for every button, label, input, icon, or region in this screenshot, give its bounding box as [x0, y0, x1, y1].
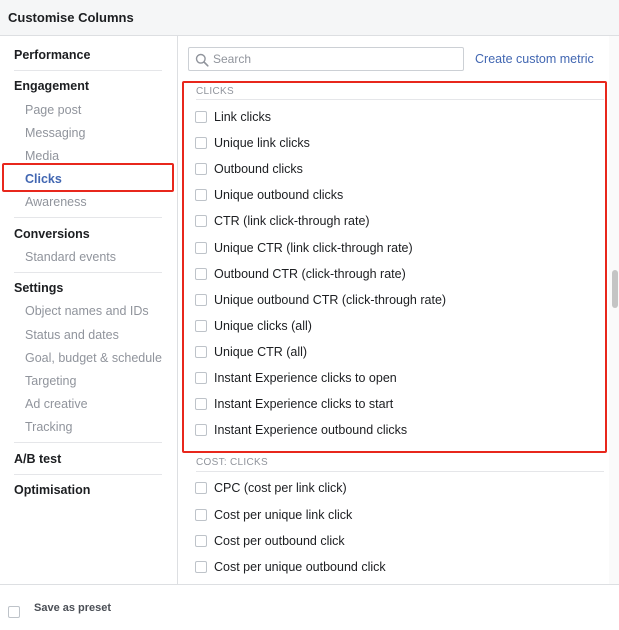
- sidebar-item-tracking[interactable]: Tracking: [25, 420, 72, 434]
- scrollbar-track[interactable]: [609, 36, 619, 584]
- metric-label: Cost per outbound click: [214, 534, 345, 548]
- sidebar-item-standard-events[interactable]: Standard events: [25, 250, 116, 264]
- dialog-header: Customise Columns: [0, 0, 619, 36]
- dialog-title: Customise Columns: [8, 10, 134, 25]
- sidebar-section-engagement[interactable]: Engagement: [14, 79, 89, 93]
- sidebar-section-conversions[interactable]: Conversions: [14, 227, 90, 241]
- sidebar-item-targeting[interactable]: Targeting: [25, 374, 76, 388]
- sidebar-item-goal-budget[interactable]: Goal, budget & schedule: [25, 351, 162, 365]
- sidebar-item-awareness[interactable]: Awareness: [25, 195, 87, 209]
- sidebar-divider: [14, 217, 162, 218]
- metric-checkbox[interactable]: [195, 509, 207, 521]
- metric-label: Cost per unique link click: [214, 508, 353, 522]
- sidebar-divider: [14, 442, 162, 443]
- scrollbar-thumb[interactable]: [612, 270, 618, 308]
- sidebar-divider: [14, 70, 162, 71]
- sidebar-item-messaging[interactable]: Messaging: [25, 126, 85, 140]
- save-preset-checkbox[interactable]: [8, 606, 20, 618]
- sidebar-item-object-names[interactable]: Object names and IDs: [25, 304, 149, 318]
- search-input[interactable]: [213, 50, 459, 68]
- metric-cost-unique-outbound-click[interactable]: Cost per unique outbound click: [195, 557, 386, 577]
- create-custom-metric-link[interactable]: Create custom metric: [475, 52, 594, 66]
- sidebar-section-optimisation[interactable]: Optimisation: [14, 483, 90, 497]
- sidebar-item-ad-creative[interactable]: Ad creative: [25, 397, 88, 411]
- sidebar-item-media[interactable]: Media: [25, 149, 59, 163]
- sidebar-section-performance[interactable]: Performance: [14, 48, 90, 62]
- group-label-cost-clicks: COST: CLICKS: [196, 457, 268, 468]
- metric-label: CPC (cost per link click): [214, 481, 347, 495]
- clicks-group-highlight-box: [182, 81, 607, 453]
- search-icon: [195, 53, 209, 67]
- metric-cost-unique-link-click[interactable]: Cost per unique link click: [195, 505, 352, 525]
- search-box[interactable]: [188, 47, 464, 71]
- metrics-panel: Create custom metric CLICKS Link clicks …: [179, 36, 619, 584]
- sidebar-item-status-dates[interactable]: Status and dates: [25, 328, 119, 342]
- metric-label: Cost per unique outbound click: [214, 560, 386, 574]
- sidebar-section-settings[interactable]: Settings: [14, 281, 63, 295]
- sidebar-divider: [14, 474, 162, 475]
- dialog-footer: Save as preset: [0, 584, 619, 630]
- metric-checkbox[interactable]: [195, 561, 207, 573]
- sidebar-section-ab-test[interactable]: A/B test: [14, 452, 61, 466]
- category-sidebar: Performance Engagement Page post Messagi…: [0, 36, 178, 584]
- save-preset-label: Save as preset: [34, 602, 112, 614]
- metric-checkbox[interactable]: [195, 482, 207, 494]
- clicks-highlight-box: [2, 163, 174, 192]
- metric-checkbox[interactable]: [195, 535, 207, 547]
- sidebar-divider: [14, 272, 162, 273]
- metric-cost-outbound-click[interactable]: Cost per outbound click: [195, 531, 345, 551]
- group-divider: [196, 471, 604, 472]
- sidebar-item-page-post[interactable]: Page post: [25, 103, 81, 117]
- metric-cpc-link[interactable]: CPC (cost per link click): [195, 478, 347, 498]
